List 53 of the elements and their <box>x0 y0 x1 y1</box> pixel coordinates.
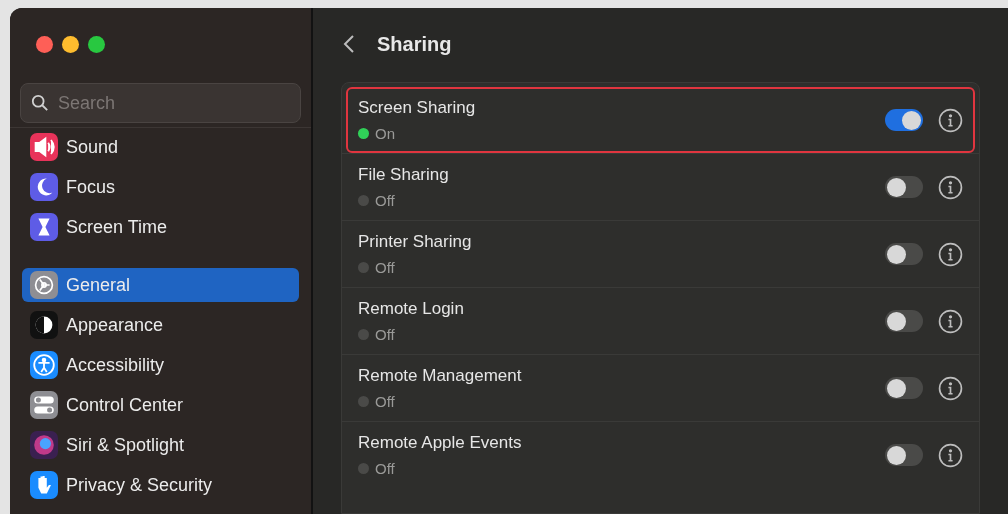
status-text: Off <box>375 257 395 278</box>
speaker-icon <box>30 133 58 161</box>
toggle-switch[interactable] <box>885 444 923 466</box>
status-text: On <box>375 123 395 144</box>
toggle-switch[interactable] <box>885 243 923 265</box>
service-row[interactable]: Remote Management Off <box>346 355 975 421</box>
toggle-switch[interactable] <box>885 176 923 198</box>
service-row[interactable]: Remote Login Off <box>346 288 975 354</box>
info-icon[interactable] <box>938 308 963 334</box>
sidebar-item[interactable]: Focus <box>22 170 299 204</box>
zoom-button[interactable] <box>88 36 105 53</box>
status-text: Off <box>375 458 395 479</box>
person-icon <box>30 351 58 379</box>
service-name: File Sharing <box>358 164 450 186</box>
hourglass-icon <box>30 213 58 241</box>
toggle-switch[interactable] <box>885 109 923 131</box>
sidebar-item[interactable]: Accessibility <box>22 348 299 382</box>
status-text: Off <box>375 190 395 211</box>
sidebar-item[interactable]: Sound <box>22 130 299 164</box>
service-name: Remote Login <box>358 298 465 320</box>
service-name: Printer Sharing <box>358 231 473 253</box>
service-row[interactable]: Remote Apple Events Off <box>346 422 975 488</box>
close-button[interactable] <box>36 36 53 53</box>
back-chevron-icon[interactable] <box>343 34 355 54</box>
sidebar-item[interactable]: General <box>22 268 299 302</box>
minimize-button[interactable] <box>62 36 79 53</box>
search-field[interactable]: Search <box>20 83 301 123</box>
info-icon[interactable] <box>938 241 963 267</box>
orb-icon <box>30 431 58 459</box>
service-name: Remote Apple Events <box>358 432 523 454</box>
search-icon <box>31 94 49 112</box>
service-row[interactable]: Printer Sharing Off <box>346 221 975 287</box>
status-text: Off <box>375 324 395 345</box>
service-row[interactable]: Screen Sharing On <box>346 87 975 153</box>
toggle-switch[interactable] <box>885 310 923 332</box>
switches-icon <box>30 391 58 419</box>
service-row[interactable]: File Sharing Off <box>346 154 975 220</box>
moon-icon <box>30 173 58 201</box>
status-text: Off <box>375 391 395 412</box>
sidebar-item[interactable]: Screen Time <box>22 210 299 244</box>
toggle-switch[interactable] <box>885 377 923 399</box>
page-title: Sharing <box>377 32 452 57</box>
info-icon[interactable] <box>938 174 963 200</box>
hand-icon <box>30 471 58 499</box>
service-name: Screen Sharing <box>358 97 477 119</box>
sidebar-item[interactable]: Appearance <box>22 308 299 342</box>
service-name: Remote Management <box>358 365 523 387</box>
info-icon[interactable] <box>938 442 963 468</box>
info-icon[interactable] <box>938 375 963 401</box>
info-icon[interactable] <box>938 107 963 133</box>
sidebar-item[interactable]: Control Center <box>22 388 299 422</box>
sidebar-item[interactable]: Siri & Spotlight <box>22 428 299 462</box>
sidebar-item[interactable]: Privacy & Security <box>22 468 299 502</box>
